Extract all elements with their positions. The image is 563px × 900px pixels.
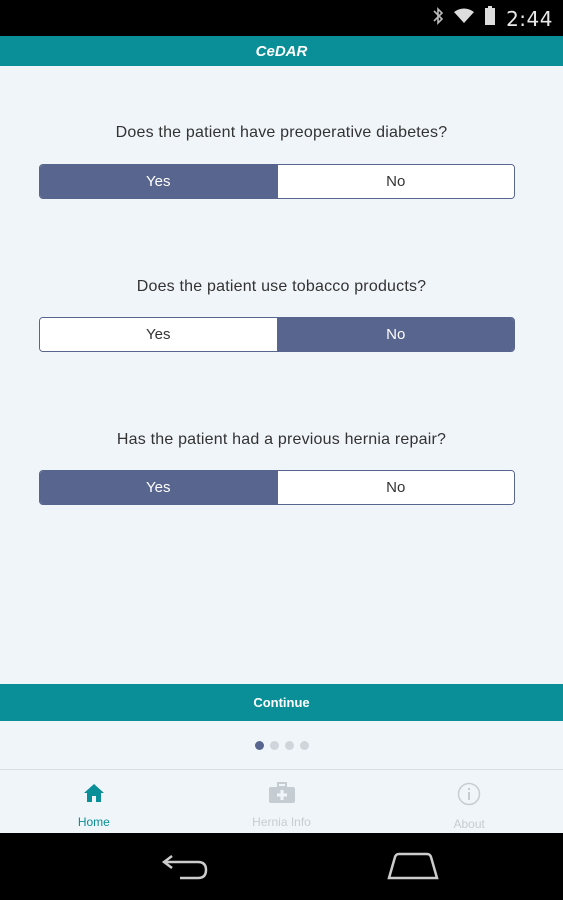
page-dot[interactable]	[254, 740, 264, 750]
page-dot[interactable]	[269, 740, 279, 750]
page-dot[interactable]	[284, 740, 294, 750]
page-dot[interactable]	[299, 740, 309, 750]
tobacco-no-button[interactable]: No	[276, 318, 514, 351]
info-icon	[457, 782, 481, 811]
question-hernia-repair: Has the patient had a previous hernia re…	[116, 431, 447, 448]
continue-button[interactable]: Continue	[0, 684, 563, 721]
medical-kit-icon	[268, 782, 296, 809]
diabetes-toggle: Yes No	[39, 164, 515, 199]
home-nav-icon[interactable]	[386, 851, 440, 886]
question-diabetes: Does the patient have preoperative diabe…	[115, 124, 448, 141]
status-icons: 2:44	[432, 6, 553, 31]
home-icon	[83, 782, 105, 809]
hernia-repair-no-button[interactable]: No	[276, 471, 514, 504]
questionnaire: Does the patient have preoperative diabe…	[0, 66, 563, 684]
hernia-repair-toggle: Yes No	[39, 470, 515, 505]
diabetes-no-button[interactable]: No	[276, 165, 514, 198]
tab-home-label: Home	[77, 815, 110, 829]
tab-home[interactable]: Home	[0, 770, 188, 833]
status-time: 2:44	[506, 6, 553, 31]
tab-about-label: About	[453, 817, 485, 831]
app-title-bar: CeDAR	[0, 36, 563, 66]
back-icon[interactable]	[160, 851, 210, 886]
question-tobacco: Does the patient use tobacco products?	[136, 278, 427, 295]
page-indicator	[0, 721, 563, 770]
app-title: CeDAR	[255, 42, 308, 60]
tab-hernia-info[interactable]: Hernia Info	[188, 770, 376, 833]
wifi-icon	[454, 8, 475, 29]
system-nav-bar	[0, 833, 563, 900]
bottom-tab-bar: Home Hernia Info About	[0, 770, 563, 833]
continue-label: Continue	[253, 695, 310, 710]
tobacco-yes-button[interactable]: Yes	[40, 318, 277, 351]
battery-icon	[484, 6, 496, 31]
diabetes-yes-button[interactable]: Yes	[40, 165, 277, 198]
bluetooth-icon	[432, 6, 444, 31]
tobacco-toggle: Yes No	[39, 317, 515, 352]
tab-about[interactable]: About	[375, 770, 563, 833]
status-bar: 2:44	[0, 0, 563, 36]
hernia-repair-yes-button[interactable]: Yes	[40, 471, 277, 504]
tab-hernia-info-label: Hernia Info	[252, 815, 311, 829]
